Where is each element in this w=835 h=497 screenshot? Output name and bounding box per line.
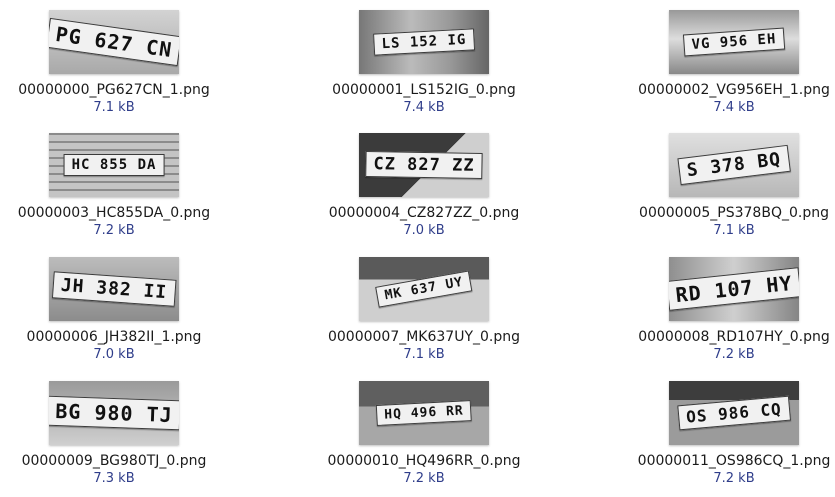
file-size: 7.3 kB [93, 471, 135, 486]
thumbnail-image[interactable]: VG 956 EH [669, 10, 799, 74]
file-size: 7.2 kB [403, 471, 445, 486]
thumbnail-image[interactable]: S 378 BQ [669, 133, 799, 197]
file-name[interactable]: 00000010_HQ496RR_0.png [324, 453, 524, 469]
file-item[interactable]: LS 152 IG 00000001_LS152IG_0.png 7.4 kB [324, 10, 524, 116]
file-name[interactable]: 00000003_HC855DA_0.png [14, 205, 214, 221]
file-size: 7.2 kB [713, 347, 755, 362]
file-item[interactable]: MK 637 UY 00000007_MK637UY_0.png 7.1 kB [324, 257, 524, 363]
file-size: 7.1 kB [403, 347, 445, 362]
file-item[interactable]: CZ 827 ZZ 00000004_CZ827ZZ_0.png 7.0 kB [324, 133, 524, 239]
file-size: 7.0 kB [93, 347, 135, 362]
thumbnail-image[interactable]: HQ 496 RR [359, 381, 489, 445]
plate-text: VG 956 EH [682, 27, 786, 57]
plate-text: BG 980 TJ [49, 395, 179, 431]
file-item[interactable]: S 378 BQ 00000005_PS378BQ_0.png 7.1 kB [634, 133, 834, 239]
thumbnail-image[interactable]: MK 637 UY [359, 257, 489, 321]
file-name[interactable]: 00000011_OS986CQ_1.png [634, 453, 834, 469]
plate-text: S 378 BQ [677, 144, 791, 186]
file-item[interactable]: JH 382 II 00000006_JH382II_1.png 7.0 kB [14, 257, 214, 363]
file-size: 7.4 kB [713, 100, 755, 115]
thumbnail-image[interactable]: JH 382 II [49, 257, 179, 321]
plate-text: HC 855 DA [63, 154, 165, 176]
file-size: 7.1 kB [713, 223, 755, 238]
plate-text: JH 382 II [51, 271, 177, 307]
file-size: 7.2 kB [713, 471, 755, 486]
thumbnail-image[interactable]: PG 627 CN [49, 10, 179, 74]
file-size: 7.2 kB [93, 223, 135, 238]
file-item[interactable]: RD 107 HY 00000008_RD107HY_0.png 7.2 kB [634, 257, 834, 363]
file-name[interactable]: 00000002_VG956EH_1.png [634, 82, 834, 98]
file-grid: PG 627 CN 00000000_PG627CN_1.png 7.1 kB … [0, 0, 835, 497]
thumbnail-image[interactable]: BG 980 TJ [49, 381, 179, 445]
file-name[interactable]: 00000000_PG627CN_1.png [14, 82, 214, 98]
plate-text: HQ 496 RR [375, 400, 473, 426]
plate-text: PG 627 CN [49, 17, 179, 67]
file-name[interactable]: 00000007_MK637UY_0.png [324, 329, 524, 345]
file-size: 7.1 kB [93, 100, 135, 115]
plate-text: CZ 827 ZZ [365, 150, 483, 180]
file-name[interactable]: 00000006_JH382II_1.png [14, 329, 214, 345]
thumbnail-image[interactable]: OS 986 CQ [669, 381, 799, 445]
file-size: 7.0 kB [403, 223, 445, 238]
file-name[interactable]: 00000004_CZ827ZZ_0.png [324, 205, 524, 221]
file-item[interactable]: OS 986 CQ 00000011_OS986CQ_1.png 7.2 kB [634, 381, 834, 487]
thumbnail-image[interactable]: HC 855 DA [49, 133, 179, 197]
file-item[interactable]: HC 855 DA 00000003_HC855DA_0.png 7.2 kB [14, 133, 214, 239]
file-name[interactable]: 00000001_LS152IG_0.png [324, 82, 524, 98]
plate-text: OS 986 CQ [677, 395, 791, 431]
file-size: 7.4 kB [403, 100, 445, 115]
file-name[interactable]: 00000008_RD107HY_0.png [634, 329, 834, 345]
plate-text: LS 152 IG [373, 28, 475, 56]
plate-text: RD 107 HY [669, 267, 799, 311]
file-item[interactable]: BG 980 TJ 00000009_BG980TJ_0.png 7.3 kB [14, 381, 214, 487]
thumbnail-image[interactable]: LS 152 IG [359, 10, 489, 74]
file-item[interactable]: HQ 496 RR 00000010_HQ496RR_0.png 7.2 kB [324, 381, 524, 487]
file-item[interactable]: VG 956 EH 00000002_VG956EH_1.png 7.4 kB [634, 10, 834, 116]
thumbnail-image[interactable]: RD 107 HY [669, 257, 799, 321]
thumbnail-image[interactable]: CZ 827 ZZ [359, 133, 489, 197]
file-item[interactable]: PG 627 CN 00000000_PG627CN_1.png 7.1 kB [14, 10, 214, 116]
file-name[interactable]: 00000005_PS378BQ_0.png [634, 205, 834, 221]
plate-text: MK 637 UY [375, 270, 473, 308]
file-name[interactable]: 00000009_BG980TJ_0.png [14, 453, 214, 469]
